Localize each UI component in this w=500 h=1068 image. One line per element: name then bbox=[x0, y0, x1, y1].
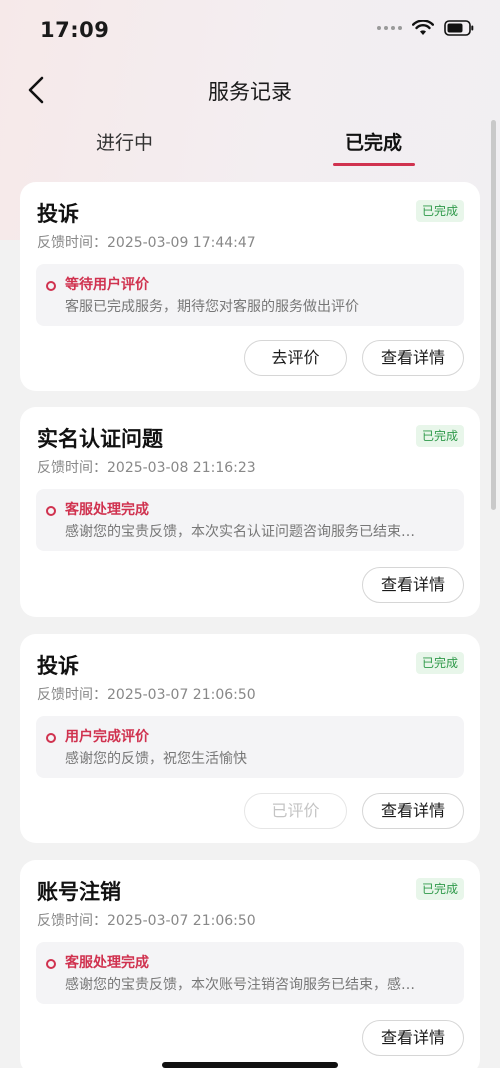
feedback-time-label: 反馈时间： bbox=[37, 913, 107, 929]
tab-bar: 进行中 已完成 bbox=[0, 122, 500, 170]
progress-description: 客服已完成服务，期待您对客服的服务做出评价 bbox=[65, 299, 359, 315]
reviewed-button: 已评价 bbox=[244, 793, 347, 829]
view-details-button[interactable]: 查看详情 bbox=[362, 340, 464, 376]
feedback-time: 反馈时间：2025-03-09 17:44:47 bbox=[37, 232, 256, 252]
page-title: 服务记录 bbox=[208, 80, 292, 104]
record-title: 实名认证问题 bbox=[37, 427, 163, 451]
progress-status: 客服处理完成 bbox=[65, 502, 149, 518]
signal-dots-icon bbox=[377, 26, 402, 30]
scrollbar[interactable] bbox=[491, 120, 496, 510]
feedback-time-value: 2025-03-07 21:06:50 bbox=[107, 687, 256, 703]
progress-status: 客服处理完成 bbox=[65, 955, 149, 971]
feedback-time-label: 反馈时间： bbox=[37, 460, 107, 476]
status-icons bbox=[377, 20, 474, 36]
battery-icon bbox=[444, 20, 474, 36]
progress-description: 感谢您的反馈，祝您生活愉快 bbox=[65, 751, 247, 767]
status-dot-icon bbox=[46, 281, 56, 291]
feedback-time-value: 2025-03-08 21:16:23 bbox=[107, 460, 256, 476]
status-badge: 已完成 bbox=[415, 200, 464, 222]
view-details-button[interactable]: 查看详情 bbox=[362, 567, 464, 603]
record-title: 账号注销 bbox=[37, 880, 121, 904]
navigation-bar: 服务记录 bbox=[0, 62, 500, 118]
status-badge: 已完成 bbox=[415, 425, 464, 447]
status-time: 17:09 bbox=[40, 18, 110, 42]
status-badge: 已完成 bbox=[415, 878, 464, 900]
record-card[interactable]: 账号注销 已完成 反馈时间：2025-03-07 21:06:50 客服处理完成… bbox=[20, 860, 480, 1068]
feedback-time-value: 2025-03-09 17:44:47 bbox=[107, 235, 256, 251]
progress-info-box: 客服处理完成 感谢您的宝贵反馈，本次账号注销咨询服务已结束，感… bbox=[36, 942, 464, 1004]
record-card[interactable]: 投诉 已完成 反馈时间：2025-03-07 21:06:50 用户完成评价 感… bbox=[20, 634, 480, 843]
progress-info-box: 客服处理完成 感谢您的宝贵反馈，本次实名认证问题咨询服务已结束… bbox=[36, 489, 464, 551]
wifi-icon bbox=[412, 20, 434, 35]
record-title: 投诉 bbox=[37, 202, 79, 226]
feedback-time-label: 反馈时间： bbox=[37, 687, 107, 703]
record-title: 投诉 bbox=[37, 654, 79, 678]
active-tab-indicator bbox=[333, 163, 415, 166]
feedback-time: 反馈时间：2025-03-08 21:16:23 bbox=[37, 457, 256, 477]
feedback-time: 反馈时间：2025-03-07 21:06:50 bbox=[37, 684, 256, 704]
view-details-button[interactable]: 查看详情 bbox=[362, 1020, 464, 1056]
tab-ongoing[interactable]: 进行中 bbox=[96, 128, 153, 155]
tab-completed[interactable]: 已完成 bbox=[345, 128, 402, 155]
progress-description: 感谢您的宝贵反馈，本次实名认证问题咨询服务已结束… bbox=[65, 524, 415, 540]
status-bar: 17:09 bbox=[0, 0, 500, 62]
status-badge: 已完成 bbox=[415, 652, 464, 674]
feedback-time-label: 反馈时间： bbox=[37, 235, 107, 251]
progress-status: 等待用户评价 bbox=[65, 277, 149, 293]
progress-description: 感谢您的宝贵反馈，本次账号注销咨询服务已结束，感… bbox=[65, 977, 415, 993]
record-card[interactable]: 投诉 已完成 反馈时间：2025-03-09 17:44:47 等待用户评价 客… bbox=[20, 182, 480, 391]
progress-info-box: 用户完成评价 感谢您的反馈，祝您生活愉快 bbox=[36, 716, 464, 778]
feedback-time: 反馈时间：2025-03-07 21:06:50 bbox=[37, 910, 256, 930]
home-indicator bbox=[162, 1062, 338, 1068]
view-details-button[interactable]: 查看详情 bbox=[362, 793, 464, 829]
record-card[interactable]: 实名认证问题 已完成 反馈时间：2025-03-08 21:16:23 客服处理… bbox=[20, 407, 480, 617]
feedback-time-value: 2025-03-07 21:06:50 bbox=[107, 913, 256, 929]
progress-info-box: 等待用户评价 客服已完成服务，期待您对客服的服务做出评价 bbox=[36, 264, 464, 326]
progress-status: 用户完成评价 bbox=[65, 729, 149, 745]
status-dot-icon bbox=[46, 506, 56, 516]
review-button[interactable]: 去评价 bbox=[244, 340, 347, 376]
status-dot-icon bbox=[46, 733, 56, 743]
status-dot-icon bbox=[46, 959, 56, 969]
